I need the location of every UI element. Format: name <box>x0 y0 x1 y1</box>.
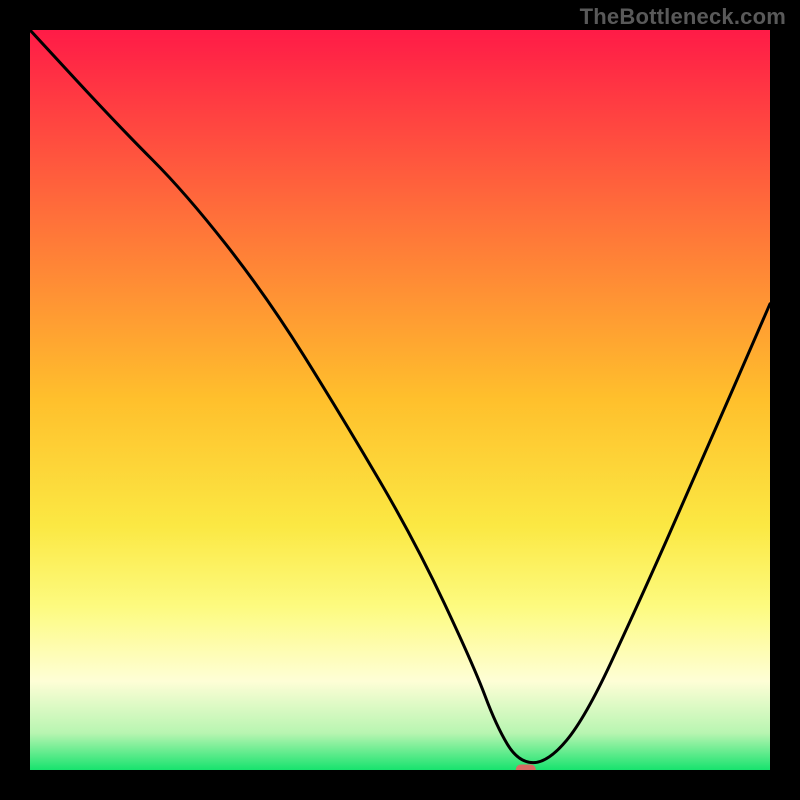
chart-frame: TheBottleneck.com <box>0 0 800 800</box>
plot-area <box>30 30 770 770</box>
optimum-marker <box>516 765 536 771</box>
watermark-text: TheBottleneck.com <box>580 4 786 30</box>
chart-background <box>30 30 770 770</box>
chart-svg <box>30 30 770 770</box>
